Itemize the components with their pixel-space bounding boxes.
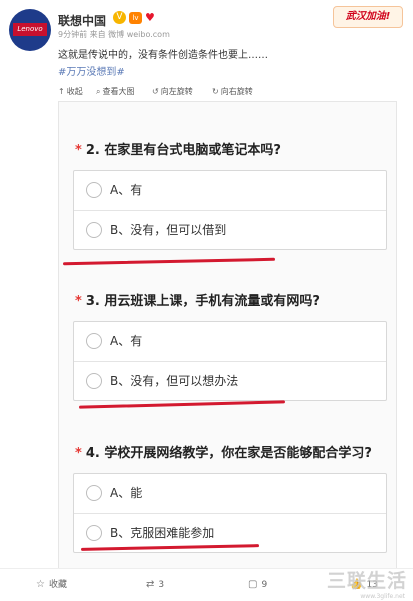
repost-icon: ⇄ bbox=[146, 579, 155, 590]
favorite-label: 收藏 bbox=[48, 580, 67, 590]
view-large-label: 查看大图 bbox=[102, 87, 135, 96]
option-label: B、没有，但可以借到 bbox=[110, 223, 227, 237]
red-underline-mark bbox=[78, 400, 286, 409]
collapse-button[interactable]: ↑ 收起 bbox=[58, 84, 83, 100]
question-text: 学校开展网络教学，你在家是否能够配合学习? bbox=[104, 446, 372, 461]
rotate-left-label: 向左旋转 bbox=[160, 87, 193, 96]
hashtag-link[interactable]: #万万没想到# bbox=[58, 63, 125, 78]
option-3a[interactable]: A、有 bbox=[74, 322, 386, 360]
watermark-url: www.3glife.net bbox=[360, 593, 405, 600]
favorite-button[interactable]: ☆ 收藏 bbox=[36, 578, 67, 592]
comment-count: 9 bbox=[261, 580, 268, 590]
post-action-bar: ☆ 收藏 ⇄ 3 ▢ 9 👍 13 三联生活 www.3glife.net bbox=[0, 568, 413, 601]
user-name[interactable]: 联想中国 bbox=[58, 12, 106, 29]
star-icon: ☆ bbox=[36, 579, 45, 590]
required-mark: * bbox=[75, 446, 82, 461]
option-label: A、能 bbox=[110, 486, 143, 500]
image-toolbar: ↑ 收起 ⌕ 查看大图 ↺ 向左旋转 ↻ 向右旋转 bbox=[58, 84, 394, 100]
question-2-title: * 2. 在家里有台式电脑或笔记本吗? bbox=[75, 139, 281, 158]
red-underline-mark bbox=[62, 257, 276, 266]
question-number: 2. bbox=[85, 143, 100, 158]
radio-button[interactable] bbox=[86, 373, 102, 389]
option-3b[interactable]: B、没有，但可以想办法 bbox=[74, 361, 386, 400]
arrow-up-icon: ↑ bbox=[58, 87, 65, 96]
option-label: B、克服困难能参加 bbox=[110, 526, 215, 540]
comment-icon: ▢ bbox=[248, 579, 258, 590]
option-label: B、没有，但可以想办法 bbox=[110, 374, 239, 388]
rotate-left-button[interactable]: ↺ 向左旋转 bbox=[152, 84, 193, 100]
option-label: A、有 bbox=[110, 334, 143, 348]
collapse-label: 收起 bbox=[66, 87, 83, 96]
question-text: 在家里有台式电脑或笔记本吗? bbox=[104, 143, 281, 158]
repost-count: 3 bbox=[158, 580, 165, 590]
lenovo-logo: Lenovo bbox=[13, 23, 47, 36]
question-4-options: A、能 B、克服困难能参加 bbox=[73, 473, 387, 553]
option-4a[interactable]: A、能 bbox=[74, 474, 386, 512]
avatar[interactable]: Lenovo bbox=[9, 9, 51, 51]
post-meta: 9分钟前 来自 微博 weibo.com bbox=[58, 30, 170, 39]
post-header: Lenovo 联想中国 V lv ♥ 9分钟前 来自 微博 weibo.com … bbox=[0, 0, 413, 82]
comment-button[interactable]: ▢ 9 bbox=[248, 578, 267, 592]
radio-button[interactable] bbox=[86, 525, 102, 541]
survey-image[interactable]: * 2. 在家里有台式电脑或笔记本吗? A、有 B、没有，但可以借到 * 3. 用云… bbox=[58, 101, 397, 569]
radio-button[interactable] bbox=[86, 222, 102, 238]
magnify-icon: ⌕ bbox=[96, 87, 101, 96]
rotate-left-icon: ↺ bbox=[152, 87, 159, 96]
radio-button[interactable] bbox=[86, 485, 102, 501]
radio-button[interactable] bbox=[86, 182, 102, 198]
rotate-right-icon: ↻ bbox=[212, 87, 219, 96]
verified-badge-icon: V bbox=[113, 11, 126, 24]
required-mark: * bbox=[75, 143, 82, 158]
heart-badge-icon: ♥ bbox=[145, 11, 155, 24]
question-number: 4. bbox=[85, 446, 100, 461]
required-mark: * bbox=[75, 294, 82, 309]
question-2-options: A、有 B、没有，但可以借到 bbox=[73, 170, 387, 250]
post-text: 这就是传说中的，没有条件创造条件也要上…… bbox=[58, 50, 268, 61]
repost-button[interactable]: ⇄ 3 bbox=[146, 578, 164, 592]
question-3-options: A、有 B、没有，但可以想办法 bbox=[73, 321, 387, 401]
question-text: 用云班课上课，手机有流量或有网吗? bbox=[104, 294, 320, 309]
view-large-button[interactable]: ⌕ 查看大图 bbox=[96, 84, 134, 100]
option-2b[interactable]: B、没有，但可以借到 bbox=[74, 210, 386, 249]
radio-button[interactable] bbox=[86, 333, 102, 349]
level-badge-icon: lv bbox=[129, 12, 142, 24]
question-3-title: * 3. 用云班课上课，手机有流量或有网吗? bbox=[75, 290, 320, 309]
option-2a[interactable]: A、有 bbox=[74, 171, 386, 209]
rotate-right-button[interactable]: ↻ 向右旋转 bbox=[212, 84, 253, 100]
watermark-logo: 三联生活 bbox=[326, 570, 407, 592]
promo-banner: 武汉加油! bbox=[333, 6, 403, 28]
rotate-right-label: 向右旋转 bbox=[220, 87, 253, 96]
question-4-title: * 4. 学校开展网络教学，你在家是否能够配合学习? bbox=[75, 442, 372, 461]
option-label: A、有 bbox=[110, 183, 143, 197]
question-number: 3. bbox=[85, 294, 100, 309]
